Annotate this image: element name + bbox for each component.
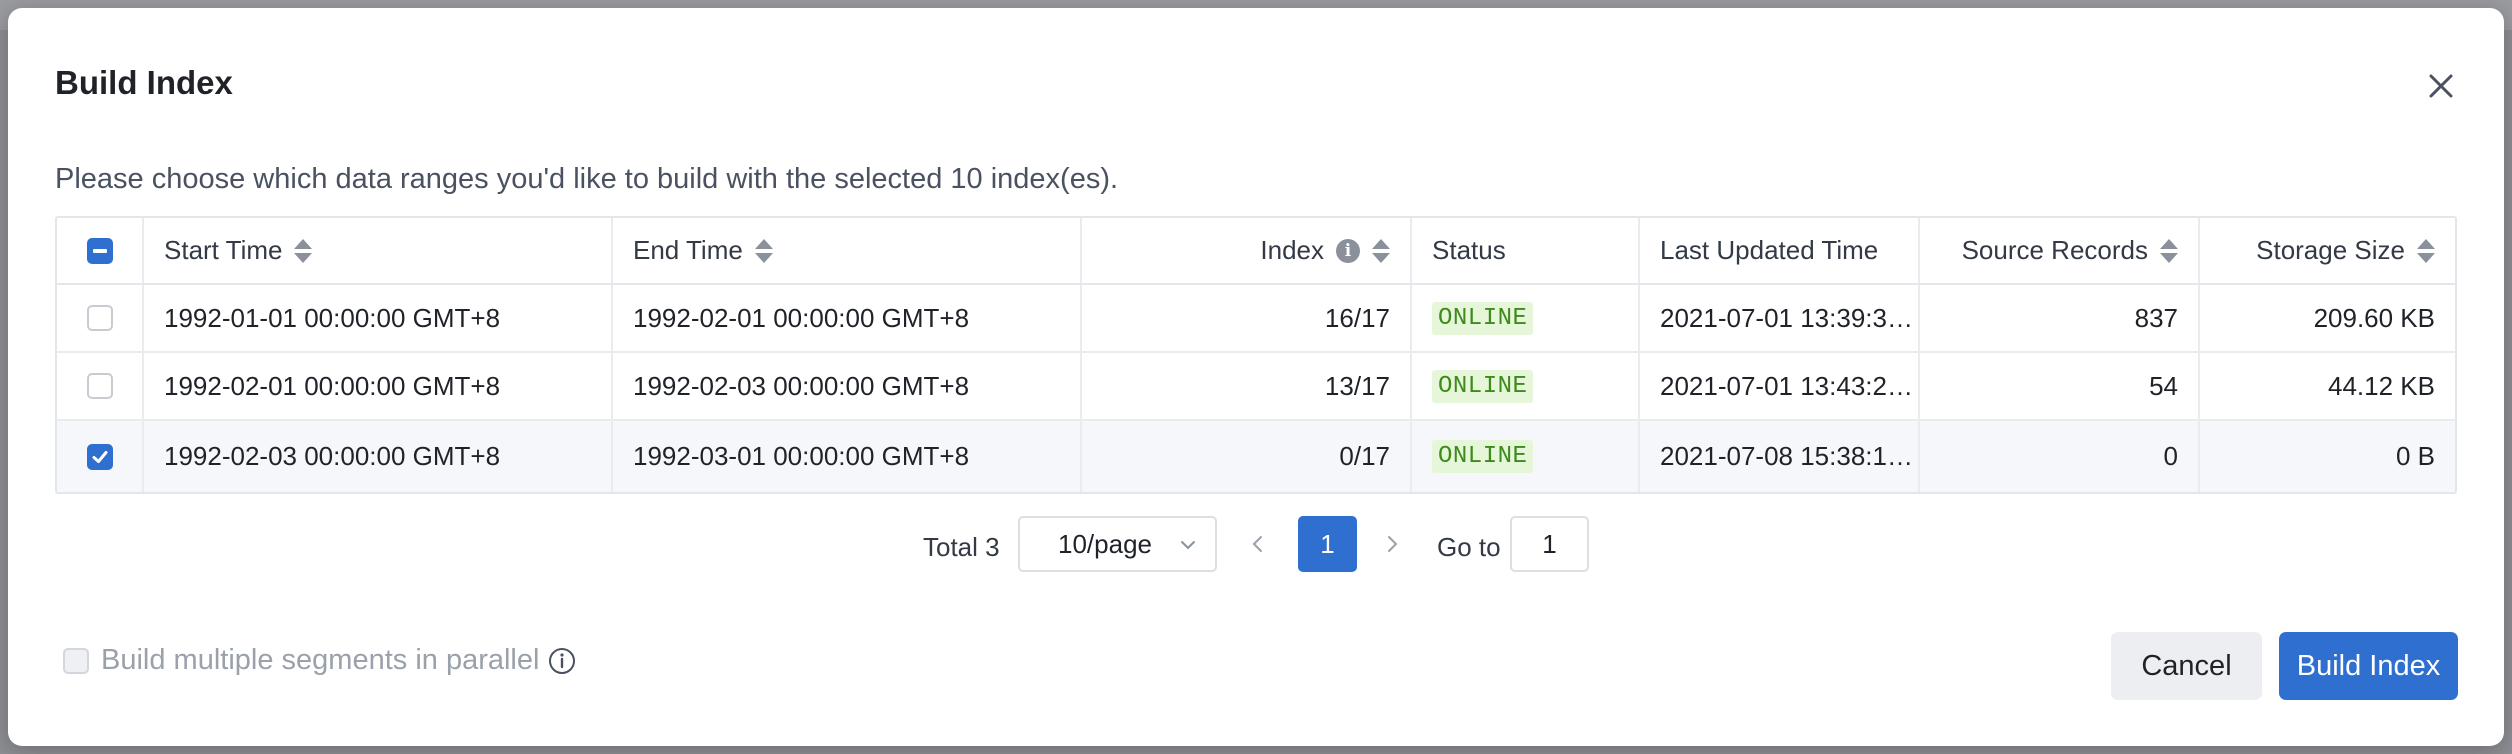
sort-icon[interactable] — [1372, 238, 1390, 263]
cell-index: 13/17 — [1082, 353, 1412, 419]
parallel-label: Build multiple segments in parallel — [101, 644, 540, 676]
cell-last-updated: 2021-07-01 13:43:2… — [1640, 353, 1920, 419]
row-select-cell — [57, 285, 144, 351]
dialog-title: Build Index — [55, 64, 233, 101]
chevron-left-icon[interactable] — [1246, 532, 1270, 556]
check-icon — [92, 450, 107, 463]
cell-status: ONLINE — [1412, 285, 1640, 351]
column-last-updated: Last Updated Time — [1640, 218, 1920, 283]
chevron-down-icon — [1181, 541, 1195, 550]
dialog-description: Please choose which data ranges you'd li… — [55, 163, 1119, 195]
build-index-button[interactable]: Build Index — [2279, 632, 2458, 700]
page-size-value: 10/page — [1058, 528, 1152, 559]
status-badge: ONLINE — [1432, 440, 1534, 473]
column-label: Index — [1260, 235, 1324, 265]
status-badge: ONLINE — [1432, 301, 1534, 335]
cell-storage-size: 0 B — [2395, 441, 2435, 471]
close-icon — [2429, 74, 2453, 98]
page-number-current[interactable]: 1 — [1298, 516, 1357, 572]
column-label: Status — [1432, 235, 1506, 265]
cell-start-time: 1992-01-01 00:00:00 GMT+8 — [144, 285, 613, 351]
column-label: Storage Size — [2256, 235, 2405, 265]
parallel-build-option[interactable]: Build multiple segments in parallel — [63, 644, 577, 677]
row-checkbox[interactable] — [86, 305, 113, 331]
column-label: End Time — [633, 235, 743, 265]
sort-icon[interactable] — [294, 238, 313, 263]
cell-end-time: 1992-02-01 00:00:00 GMT+8 — [613, 285, 1082, 351]
build-index-dialog: Build Index Please choose which data ran… — [8, 8, 2504, 746]
select-all-cell — [57, 218, 144, 283]
column-end-time[interactable]: End Time — [613, 218, 1082, 283]
column-label: Last Updated Time — [1660, 235, 1879, 265]
cell-index: 16/17 — [1082, 285, 1412, 351]
cell-index: 0/17 — [1082, 421, 1412, 492]
cell-storage-size: 209.60 KB — [2313, 302, 2435, 333]
goto-label: Go to — [1437, 532, 1501, 562]
cancel-button[interactable]: Cancel — [2111, 632, 2262, 700]
column-start-time[interactable]: Start Time — [144, 218, 613, 283]
chevron-right-icon[interactable] — [1380, 532, 1404, 556]
segments-table: Start Time End Time Index i Status Last … — [55, 216, 2457, 494]
pagination-total: Total 3 — [923, 532, 1000, 562]
cell-source-records: 0 — [1920, 421, 2200, 492]
row-select-cell — [57, 421, 144, 492]
cell-last-updated: 2021-07-01 13:39:3… — [1640, 285, 1920, 351]
parallel-checkbox[interactable] — [63, 647, 89, 674]
cell-status: ONLINE — [1412, 421, 1640, 492]
column-index[interactable]: Index i — [1082, 218, 1412, 283]
goto-page-input[interactable] — [1510, 516, 1589, 572]
sort-icon[interactable] — [754, 238, 773, 263]
cell-start-time: 1992-02-03 00:00:00 GMT+8 — [144, 421, 613, 492]
cell-end-time: 1992-03-01 00:00:00 GMT+8 — [613, 421, 1082, 492]
row-checkbox[interactable] — [86, 373, 113, 399]
pagination: Total 3 10/page 1 Go to — [8, 516, 2504, 572]
cell-start-time: 1992-02-01 00:00:00 GMT+8 — [144, 353, 613, 419]
column-storage-size[interactable]: Storage Size — [2200, 218, 2455, 283]
page-size-select[interactable]: 10/page — [1018, 516, 1217, 572]
column-label: Source Records — [1961, 235, 2148, 265]
cell-last-updated: 2021-07-08 15:38:1… — [1640, 421, 1920, 492]
info-outline-icon[interactable] — [547, 646, 577, 676]
sort-icon[interactable] — [2417, 238, 2435, 263]
table-row[interactable]: 1992-02-03 00:00:00 GMT+8 1992-03-01 00:… — [57, 421, 2455, 492]
column-status: Status — [1412, 218, 1640, 283]
cell-end-time: 1992-02-03 00:00:00 GMT+8 — [613, 353, 1082, 419]
row-select-cell — [57, 353, 144, 419]
cell-storage-size: 44.12 KB — [2328, 370, 2435, 401]
select-all-checkbox[interactable] — [86, 237, 113, 264]
column-source-records[interactable]: Source Records — [1920, 218, 2200, 283]
info-icon[interactable]: i — [1336, 238, 1360, 263]
table-row[interactable]: 1992-02-01 00:00:00 GMT+8 1992-02-03 00:… — [57, 353, 2455, 421]
sort-icon[interactable] — [2160, 238, 2178, 263]
column-label: Start Time — [164, 235, 283, 265]
table-row[interactable]: 1992-01-01 00:00:00 GMT+8 1992-02-01 00:… — [57, 285, 2455, 353]
cell-source-records: 837 — [1920, 285, 2200, 351]
cell-source-records: 54 — [1920, 353, 2200, 419]
table-header: Start Time End Time Index i Status Last … — [57, 218, 2455, 285]
row-checkbox[interactable] — [86, 443, 113, 470]
status-badge: ONLINE — [1432, 369, 1534, 403]
cell-status: ONLINE — [1412, 353, 1640, 419]
close-button[interactable] — [2423, 68, 2459, 104]
